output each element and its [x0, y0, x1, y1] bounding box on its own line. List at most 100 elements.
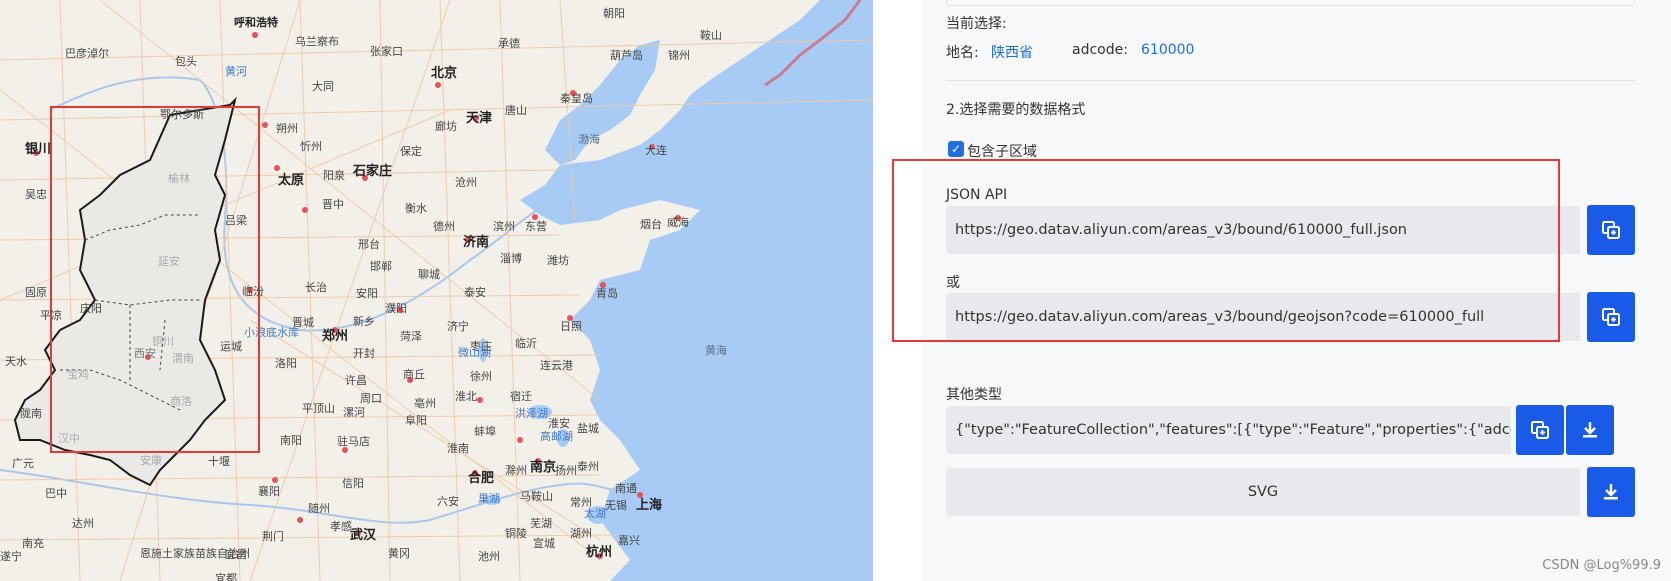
city-label-maanshan: 马鞍山: [520, 490, 553, 503]
city-label-jining: 济宁: [447, 320, 469, 333]
adcode-value: 610000: [1141, 42, 1195, 58]
city-label-bazhong: 巴中: [45, 487, 67, 500]
city-label-baotou: 包头: [175, 55, 197, 68]
city-label-zhangjiakou: 张家口: [370, 45, 403, 58]
city-label-dezhou: 德州: [433, 220, 455, 233]
map-view[interactable]: 呼和浩特 北京 天津 石家庄 太原 银川 济南 郑州 西安 合肥 南京 武汉 杭…: [0, 0, 873, 581]
city-label-nanjing: 南京: [530, 460, 557, 475]
city-label-guangyuan: 广元: [12, 457, 34, 470]
water-label-chao-lake: 巢湖: [478, 492, 500, 505]
city-label-dongying: 东营: [525, 220, 547, 233]
city-label-chuzhou: 滁州: [505, 464, 527, 477]
city-label-xinxiang: 新乡: [353, 315, 375, 328]
city-label-zibo: 淄博: [500, 252, 522, 265]
city-label-dalian: 大连: [645, 144, 667, 157]
city-label-liaocheng: 聊城: [418, 268, 440, 281]
city-label-yangquan: 阳泉: [323, 169, 345, 182]
city-label-nantong: 南通: [615, 482, 637, 495]
copy-other-json-button[interactable]: [1516, 405, 1564, 455]
shaanxi-province-shape: [13, 96, 237, 487]
water-label-gaoyou-lake: 高邮湖: [540, 430, 573, 443]
copy-json-api-button[interactable]: [1587, 205, 1635, 255]
city-label-yidu: 宜都: [215, 572, 237, 581]
download-svg-button[interactable]: [1587, 467, 1635, 517]
city-label-suqian: 宿迁: [510, 390, 532, 403]
watermark-text: CSDN @Log%99.9: [1542, 558, 1661, 573]
city-label-baoding: 保定: [400, 145, 422, 158]
city-label-weihai: 威海: [667, 216, 689, 229]
city-label-zhengzhou: 郑州: [322, 329, 349, 344]
divider-gap: [873, 0, 921, 581]
city-label-ordos: 鄂尔多斯: [160, 108, 204, 121]
city-label-shangluo: 商洛: [170, 395, 192, 408]
city-label-xuchang: 许昌: [345, 374, 367, 387]
include-children-checkbox[interactable]: ✓: [948, 141, 964, 157]
city-label-anshan: 鞍山: [700, 29, 722, 42]
city-label-yuncheng: 运城: [220, 340, 242, 353]
water-label-tai-lake: 太湖: [584, 507, 606, 520]
city-label-wuhu: 芜湖: [530, 517, 552, 530]
city-label-dazhou: 达州: [72, 517, 94, 530]
city-label-huainan: 淮南: [447, 442, 469, 455]
city-label-changzhi: 长治: [305, 281, 327, 294]
json-api-label: JSON API: [946, 187, 1008, 203]
adcode-label: adcode:: [1072, 42, 1128, 58]
other-types-label: 其他类型: [946, 387, 1002, 403]
city-label-wuxi: 无锡: [605, 499, 627, 512]
copy-icon: [1531, 421, 1549, 439]
panel-top-edge: [946, 0, 1635, 6]
city-label-beijing: 北京: [431, 66, 458, 81]
city-label-tangshan: 唐山: [505, 104, 527, 117]
other-json-field[interactable]: {"type":"FeatureCollection","features":[…: [946, 406, 1511, 454]
geojson-url-field[interactable]: https://geo.datav.aliyun.com/areas_v3/bo…: [946, 293, 1580, 341]
city-label-puyang: 濮阳: [385, 302, 407, 315]
or-label: 或: [946, 275, 960, 291]
city-label-tianshui: 天水: [5, 355, 27, 368]
city-label-xinzhou: 忻州: [300, 140, 322, 153]
city-label-jinzhou: 锦州: [668, 49, 690, 62]
city-label-enshi: 恩施土家族苗族自治州: [140, 547, 250, 560]
city-label-longnan: 陇南: [20, 407, 42, 420]
section-divider: [946, 80, 1635, 81]
city-label-nanchong: 南充: [22, 537, 44, 550]
city-label-yulin: 榆林: [168, 172, 190, 185]
city-label-hefei: 合肥: [468, 471, 495, 486]
city-label-huzhou: 湖州: [570, 527, 592, 540]
city-label-shijiazhuang: 石家庄: [353, 164, 393, 179]
city-label-xiangyang: 襄阳: [258, 485, 280, 498]
city-label-taiyuan: 太原: [278, 173, 305, 188]
city-label-luan: 六安: [437, 495, 459, 508]
city-label-yantai: 烟台: [640, 218, 662, 231]
water-label-hongze-lake: 洪泽湖: [515, 407, 548, 420]
city-label-xinyang: 信阳: [342, 477, 364, 490]
step2-label: 2.选择需要的数据格式: [946, 102, 1086, 118]
city-label-shiyan: 十堰: [208, 455, 230, 468]
city-label-huaibei: 淮北: [455, 390, 477, 403]
city-label-shangqiu: 商丘: [403, 368, 425, 381]
copy-geojson-button[interactable]: [1587, 292, 1635, 342]
place-label: 地名:: [946, 45, 979, 61]
city-label-linfen: 临汾: [242, 285, 264, 298]
city-label-wuhan: 武汉: [350, 528, 377, 543]
water-label-yellow-river: 黄河: [225, 65, 247, 78]
city-label-bengbu: 蚌埠: [474, 425, 496, 438]
sea-label-bohai: 渤海: [578, 133, 600, 146]
city-label-weifang: 潍坊: [547, 254, 569, 267]
city-label-pingliang: 平凉: [40, 309, 62, 322]
svg-field[interactable]: SVG: [946, 468, 1580, 516]
download-json-button[interactable]: [1566, 405, 1614, 455]
city-label-chizhou: 池州: [478, 550, 500, 563]
city-label-kaifeng: 开封: [353, 347, 375, 360]
city-label-bozhou: 亳州: [414, 397, 436, 410]
place-value: 陕西省: [991, 45, 1033, 61]
city-label-chaoyang: 朝阳: [603, 7, 625, 20]
download-icon: [1583, 422, 1597, 438]
current-selection-label: 当前选择:: [946, 16, 1007, 32]
data-panel: 当前选择: 地名: 陕西省 adcode: 610000 2.选择需要的数据格式…: [921, 0, 1671, 581]
include-children-label[interactable]: 包含子区域: [967, 141, 1037, 161]
city-label-hengshui: 衡水: [405, 202, 427, 215]
json-api-url-field[interactable]: https://geo.datav.aliyun.com/areas_v3/bo…: [946, 206, 1580, 254]
city-label-ankang: 安康: [140, 454, 162, 467]
city-label-yinchuan: 银川: [25, 142, 52, 157]
city-label-hangzhou: 杭州: [586, 545, 613, 560]
